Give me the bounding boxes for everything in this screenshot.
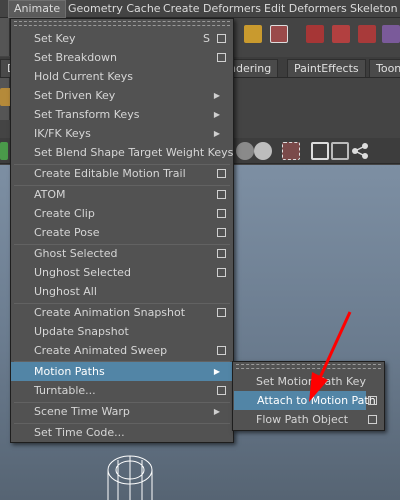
menu-item-label: Update Snapshot: [34, 325, 129, 338]
menu-item-label: Motion Paths: [34, 365, 105, 378]
toolbar-handle: [0, 18, 10, 56]
menu-item-set-key[interactable]: Set Key S: [11, 29, 233, 48]
menu-item-label: Unghost All: [34, 285, 97, 298]
option-box-icon[interactable]: [217, 308, 226, 317]
menu-animate[interactable]: Animate: [8, 0, 67, 18]
menu-item-create-animation-snapshot[interactable]: Create Animation Snapshot: [11, 303, 233, 322]
menu-item-atom[interactable]: ATOM: [11, 185, 233, 204]
menu-item-label: Flow Path Object: [256, 413, 349, 426]
menu-item-update-snapshot[interactable]: Update Snapshot: [11, 322, 233, 341]
option-box-icon[interactable]: [217, 228, 226, 237]
menu-create-deformers[interactable]: Create Deformers: [158, 0, 266, 18]
menu-item-ghost-selected[interactable]: Ghost Selected: [11, 244, 233, 263]
snap-icon[interactable]: [270, 25, 288, 43]
menu-item-label: ATOM: [34, 188, 66, 201]
menu-item-label: Unghost Selected: [34, 266, 131, 279]
menu-item-scene-time-warp[interactable]: Scene Time Warp ▶: [11, 402, 233, 421]
menu-item-label: Set Blend Shape Target Weight Keys: [34, 146, 234, 159]
menu-item-create-clip[interactable]: Create Clip: [11, 204, 233, 223]
menu-item-turntable[interactable]: Turntable...: [11, 381, 233, 400]
menu-item-label: Attach to Motion Path: [257, 394, 376, 407]
menu-item-attach-to-motion-path[interactable]: Attach to Motion Path: [234, 391, 377, 410]
menu-item-label: Create Animated Sweep: [34, 344, 168, 357]
menu-item-label: Create Animation Snapshot: [34, 306, 186, 319]
menu-item-create-editable-motion-trail[interactable]: Create Editable Motion Trail: [11, 164, 233, 183]
option-box-icon[interactable]: [217, 209, 226, 218]
option-box-icon[interactable]: [217, 268, 226, 277]
panel-left-icon[interactable]: [0, 142, 8, 160]
menu-item-label: IK/FK Keys: [34, 127, 91, 140]
menu-item-label: Create Clip: [34, 207, 95, 220]
menu-item-label: Create Pose: [34, 226, 100, 239]
hotkey-label: S: [203, 32, 210, 45]
isolate-select-icon[interactable]: [282, 142, 300, 160]
menu-item-unghost-selected[interactable]: Unghost Selected: [11, 263, 233, 282]
option-box-icon[interactable]: [217, 53, 226, 62]
menu-item-label: Set Transform Keys: [34, 108, 140, 121]
option-box-icon[interactable]: [217, 190, 226, 199]
menu-item-label: Set Time Code...: [34, 426, 125, 439]
option-box-icon[interactable]: [217, 346, 226, 355]
submenu-arrow-icon: ▶: [213, 129, 220, 138]
menu-item-label: Hold Current Keys: [34, 70, 134, 83]
magnet-grid-icon[interactable]: [306, 25, 324, 43]
menu-skeleton[interactable]: Skeleton: [345, 0, 400, 18]
submenu-arrow-icon: ▶: [213, 367, 220, 376]
menu-item-set-breakdown[interactable]: Set Breakdown: [11, 48, 233, 67]
option-box-icon[interactable]: [368, 415, 377, 424]
magnet-plane-icon[interactable]: [382, 25, 400, 43]
magnet-point-icon[interactable]: [358, 25, 376, 43]
menu-item-create-pose[interactable]: Create Pose: [11, 223, 233, 242]
menu-item-set-blend-shape-keys[interactable]: Set Blend Shape Target Weight Keys: [11, 143, 233, 162]
menu-item-flow-path-object[interactable]: Flow Path Object: [233, 410, 384, 429]
xray-icon[interactable]: [331, 142, 349, 160]
menu-item-label: Set Motion Path Key: [256, 375, 366, 388]
menu-item-label: Ghost Selected: [34, 247, 118, 260]
tab-painteffects[interactable]: PaintEffects: [287, 59, 366, 77]
menu-item-ik-fk-keys[interactable]: IK/FK Keys ▶: [11, 124, 233, 143]
magnet-curve-icon[interactable]: [332, 25, 350, 43]
wireframe-cube-icon[interactable]: [311, 142, 329, 160]
menu-item-set-transform-keys[interactable]: Set Transform Keys ▶: [11, 105, 233, 124]
smooth-sphere-icon[interactable]: [254, 142, 272, 160]
menu-item-label: Create Editable Motion Trail: [34, 167, 186, 180]
menu-item-label: Set Key: [34, 32, 76, 45]
menu-item-create-animated-sweep[interactable]: Create Animated Sweep: [11, 341, 233, 360]
submenu-tearoff[interactable]: [236, 364, 381, 369]
option-box-icon[interactable]: [217, 249, 226, 258]
submenu-arrow-icon: ▶: [213, 110, 220, 119]
menu-edit-deformers[interactable]: Edit Deformers: [259, 0, 352, 18]
menu-item-motion-paths[interactable]: Motion Paths ▶: [11, 362, 233, 381]
menu-item-set-motion-path-key[interactable]: Set Motion Path Key: [233, 372, 384, 391]
menu-item-set-time-code[interactable]: Set Time Code...: [11, 423, 233, 442]
menu-item-set-driven-key[interactable]: Set Driven Key ▶: [11, 86, 233, 105]
motion-paths-submenu: Set Motion Path Key Attach to Motion Pat…: [232, 361, 385, 431]
lock-icon[interactable]: [244, 25, 262, 43]
menu-item-label: Scene Time Warp: [34, 405, 130, 418]
menu-item-label: Turntable...: [34, 384, 96, 397]
menu-tearoff[interactable]: [14, 21, 230, 26]
main-menubar: Animate Geometry Cache Create Deformers …: [0, 0, 400, 18]
animate-menu: Set Key S Set Breakdown Hold Current Key…: [10, 18, 234, 443]
menu-item-label: Set Breakdown: [34, 51, 117, 64]
option-box-icon[interactable]: [217, 386, 226, 395]
share-icon[interactable]: [351, 142, 369, 160]
submenu-arrow-icon: ▶: [213, 91, 220, 100]
tab-toon[interactable]: Toon: [369, 59, 400, 77]
option-box-icon[interactable]: [217, 34, 226, 43]
menu-geometry-cache[interactable]: Geometry Cache: [63, 0, 166, 18]
menu-item-hold-current-keys[interactable]: Hold Current Keys: [11, 67, 233, 86]
option-box-icon[interactable]: [368, 396, 377, 405]
menu-item-label: Set Driven Key: [34, 89, 116, 102]
option-box-icon[interactable]: [217, 169, 226, 178]
shaded-sphere-icon[interactable]: [236, 142, 254, 160]
submenu-arrow-icon: ▶: [213, 407, 220, 416]
menu-item-unghost-all[interactable]: Unghost All: [11, 282, 233, 301]
